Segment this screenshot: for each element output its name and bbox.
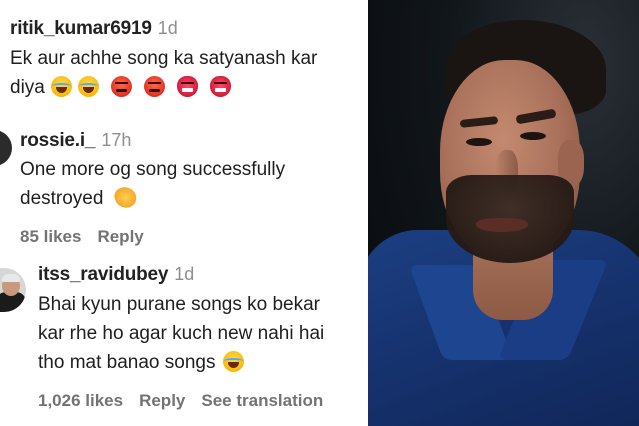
- clapping-hands-icon: [112, 184, 140, 211]
- comment-actions: 1,026 likes Reply See translation: [38, 391, 363, 411]
- comment-text-fragment: diya: [10, 77, 45, 98]
- cropped-row-divider: ▔▔ ▔▔▔ ▔▔▔▔ ▔▔▔ ▔▔: [0, 114, 368, 122]
- comment-actions: 85 likes Reply: [20, 227, 360, 247]
- comment-text-fragment: tho mat banao songs: [38, 352, 216, 373]
- movie-still-photo: [368, 0, 639, 426]
- comment-2: rossie.i_ 17h One more og song successful…: [20, 130, 360, 247]
- avatar[interactable]: [0, 268, 26, 312]
- comment-text-line: Bhai kyun purane songs ko bekar: [38, 294, 321, 315]
- comments-panel: ritik_kumar6919 1d Ek aur achhe song ka s…: [0, 0, 368, 426]
- enraged-face-icon: [110, 76, 132, 97]
- comment-timestamp: 1d: [174, 264, 195, 284]
- comment-text: One more og song successfully destroyed: [20, 155, 360, 213]
- comment-text: Ek aur achhe song ka satyanash kar diya: [10, 44, 317, 102]
- ogre-icon: [176, 76, 198, 97]
- comment-username[interactable]: itss_ravidubey: [38, 264, 168, 285]
- comment-text-line: destroyed: [20, 184, 360, 213]
- comment-text-line: diya: [10, 73, 317, 102]
- comment-username[interactable]: ritik_kumar6919: [10, 18, 152, 39]
- likes-count[interactable]: 1,026 likes: [38, 391, 123, 410]
- ogre-icon: [209, 76, 231, 97]
- comment-timestamp: 17h: [101, 130, 132, 150]
- comment-timestamp: 1d: [157, 18, 178, 38]
- comment-text-fragment: destroyed: [20, 188, 104, 209]
- comment-text-line: One more og song successfully: [20, 159, 286, 180]
- comment-text-line: Ek aur achhe song ka satyanash kar: [10, 48, 318, 69]
- comment-text: Bhai kyun purane songs ko bekar kar rhe …: [38, 290, 363, 377]
- likes-count[interactable]: 85 likes: [20, 227, 81, 246]
- cropped-text-remnant: ▔▔ ▔▔▔ ▔▔▔▔ ▔▔▔ ▔▔: [24, 114, 368, 122]
- avatar-hair: [2, 274, 20, 282]
- reply-button[interactable]: Reply: [139, 391, 185, 410]
- mouth: [476, 218, 528, 232]
- face-with-tears-of-joy-icon: [223, 351, 245, 372]
- comment-text-line: kar rhe ho agar kuch new nahi hai: [38, 323, 325, 344]
- comment-text-line: tho mat banao songs: [38, 348, 363, 377]
- comment-3: itss_ravidubey 1d Bhai kyun purane songs …: [38, 264, 363, 411]
- face-with-tears-of-joy-icon: [77, 76, 99, 97]
- avatar[interactable]: [0, 130, 12, 166]
- eye-left: [466, 138, 492, 146]
- eye-right: [520, 132, 546, 140]
- reply-button[interactable]: Reply: [97, 227, 143, 246]
- enraged-face-icon: [143, 76, 165, 97]
- comment-username[interactable]: rossie.i_: [20, 130, 96, 151]
- see-translation-button[interactable]: See translation: [201, 391, 323, 410]
- comment-1: ritik_kumar6919 1d Ek aur achhe song ka s…: [10, 18, 317, 102]
- face-with-tears-of-joy-icon: [50, 76, 72, 97]
